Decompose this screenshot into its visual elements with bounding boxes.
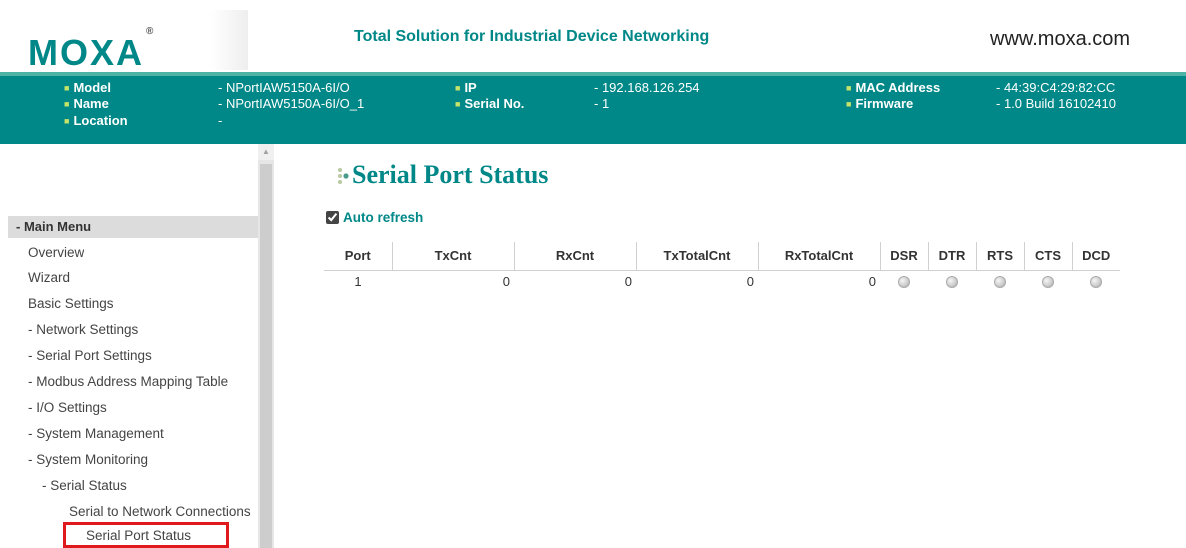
firmware-row: Firmware <box>846 96 913 112</box>
logo-area: MOXA® <box>0 10 248 73</box>
cell-dcd <box>1072 270 1120 292</box>
ip-value: - 192.168.126.254 <box>594 80 700 95</box>
mac-label: MAC Address <box>846 80 940 95</box>
cell-txcnt: 0 <box>502 273 510 289</box>
col-header-txcnt: TxCnt <box>391 242 514 271</box>
cell-txtotalcnt: 0 <box>746 273 754 289</box>
col-header-rxcnt: RxCnt <box>513 242 636 271</box>
col-header-rts: RTS <box>975 242 1024 271</box>
menu-item-serial-status[interactable]: - Serial Status <box>42 476 258 496</box>
cell-dsr <box>880 270 928 292</box>
mac-value: - 44:39:C4:29:82:CC <box>996 80 1116 95</box>
firmware-label: Firmware <box>846 96 913 111</box>
menu-item-overview[interactable]: Overview <box>28 243 84 263</box>
cts-led-off-icon <box>1042 276 1054 289</box>
auto-refresh-checkbox[interactable] <box>326 211 339 224</box>
serial-port-status-table: Port TxCnt RxCnt TxTotalCnt RxTotalCnt D… <box>324 242 1120 292</box>
menu-item-network-settings[interactable]: - Network Settings <box>28 320 258 340</box>
col-header-txtotalcnt: TxTotalCnt <box>635 242 758 271</box>
cell-dtr <box>928 270 976 292</box>
serial-row: Serial No. <box>455 96 524 112</box>
menu-item-wizard[interactable]: Wizard <box>28 268 70 288</box>
col-header-dcd: DCD <box>1071 242 1120 271</box>
dcd-led-off-icon <box>1090 276 1102 289</box>
ip-row: IP <box>455 80 476 96</box>
menu-item-basic-settings[interactable]: Basic Settings <box>28 294 114 314</box>
location-value: - <box>218 113 223 128</box>
col-header-cts: CTS <box>1023 242 1072 271</box>
website-url: www.moxa.com <box>990 28 1131 50</box>
name-label: Name <box>64 96 108 111</box>
sidebar-scrollbar[interactable]: ▲ <box>258 144 274 548</box>
cell-rxcnt: 0 <box>624 273 632 289</box>
col-header-dtr: DTR <box>927 242 976 271</box>
serial-value: - 1 <box>594 96 610 111</box>
mac-row: MAC Address <box>846 80 940 96</box>
col-header-dsr: DSR <box>879 242 928 271</box>
cell-cts <box>1024 270 1072 292</box>
menu-item-system-management[interactable]: - System Management <box>28 424 258 444</box>
model-label: Model <box>64 80 111 95</box>
moxa-logo: MOXA® <box>28 26 154 73</box>
col-header-port: Port <box>324 242 392 271</box>
dsr-led-off-icon <box>898 276 910 289</box>
menu-item-modbus-address-mapping[interactable]: - Modbus Address Mapping Table <box>28 372 258 392</box>
name-row: Name <box>64 96 108 112</box>
col-header-rxtotalcnt: RxTotalCnt <box>757 242 880 271</box>
table-row: 1 0 0 0 0 <box>324 270 1120 292</box>
ip-label: IP <box>455 80 476 95</box>
table-header-row: Port TxCnt RxCnt TxTotalCnt RxTotalCnt D… <box>324 242 1120 271</box>
cell-port: 1 <box>354 273 362 289</box>
model-row: Model <box>64 80 111 96</box>
scroll-up-arrow-icon[interactable]: ▲ <box>258 144 274 160</box>
cell-rxtotalcnt: 0 <box>868 273 876 289</box>
location-row: Location <box>64 113 127 129</box>
tagline: Total Solution for Industrial Device Net… <box>354 28 710 45</box>
page-title: Serial Port Status <box>352 160 549 189</box>
name-value: - NPortIAW5150A-6I/O_1 <box>218 96 365 111</box>
main-menu-header[interactable]: - Main Menu <box>8 216 258 238</box>
selected-menu-highlight <box>63 522 229 548</box>
device-info-bar: Model - NPortIAW5150A-6I/O Name - NPortI… <box>0 72 1186 144</box>
serial-label: Serial No. <box>455 96 524 111</box>
rts-led-off-icon <box>994 276 1006 289</box>
dtr-led-off-icon <box>946 276 958 289</box>
top-header: MOXA® Total Solution for Industrial Devi… <box>0 0 1186 73</box>
menu-item-serial-port-settings[interactable]: - Serial Port Settings <box>28 346 258 366</box>
firmware-value: - 1.0 Build 16102410 <box>996 96 1116 111</box>
menu-item-serial-to-network-connections[interactable]: Serial to Network Connections <box>69 502 258 522</box>
scroll-thumb[interactable] <box>260 164 272 548</box>
auto-refresh-label: Auto refresh <box>343 210 424 225</box>
auto-refresh-toggle[interactable]: Auto refresh <box>326 210 423 225</box>
cell-rts <box>976 270 1024 292</box>
menu-item-io-settings[interactable]: - I/O Settings <box>28 398 258 418</box>
location-label: Location <box>64 113 127 128</box>
menu-item-system-monitoring[interactable]: - System Monitoring <box>28 450 258 470</box>
model-value: - NPortIAW5150A-6I/O <box>218 80 350 95</box>
